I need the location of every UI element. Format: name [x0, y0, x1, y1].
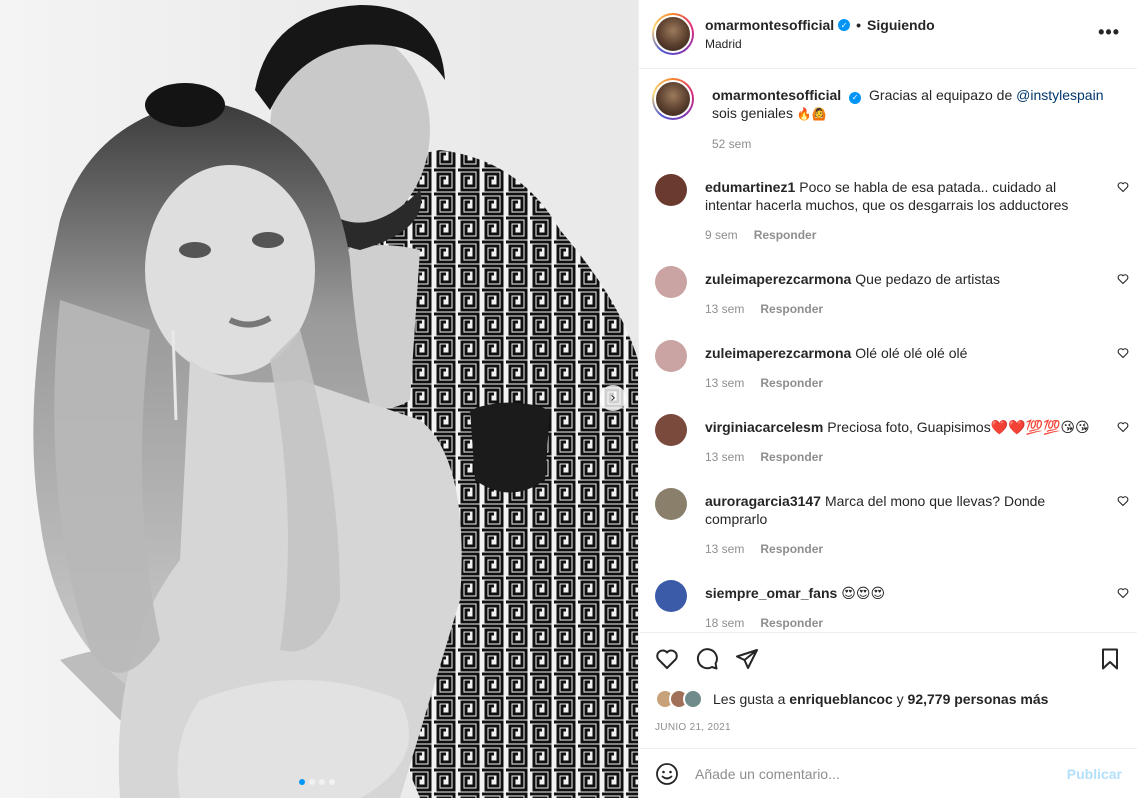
reply-button[interactable]: Responder — [760, 542, 823, 556]
likes-count[interactable]: 92,779 personas más — [908, 691, 1049, 707]
comment-text: 😍😍😍 — [841, 585, 886, 601]
comment-avatar[interactable] — [655, 580, 687, 612]
likes-summary: Les gusta a enriqueblancoc y 92,779 pers… — [655, 689, 1048, 709]
comment-time[interactable]: 13 sem — [705, 542, 744, 556]
comment-item: virginiacarcelesm Preciosa foto, Guapisim… — [655, 414, 1129, 464]
comment-time[interactable]: 9 sem — [705, 228, 738, 242]
comment-text: Preciosa foto, Guapisimos❤️❤️💯💯😘😘 — [827, 419, 1090, 435]
comment-time[interactable]: 13 sem — [705, 302, 744, 316]
next-arrow-icon[interactable]: › — [600, 385, 626, 411]
liker-avatars — [655, 689, 703, 709]
carousel-dot — [329, 779, 335, 785]
comment-username[interactable]: auroragarcia3147 — [705, 493, 821, 509]
post-actions: Les gusta a enriqueblancoc y 92,779 pers… — [639, 632, 1137, 747]
comment-text: Que pedazo de artistas — [855, 271, 1001, 287]
add-comment-bar: Publicar — [639, 748, 1137, 798]
comment-item: zuleimaperezcarmona Que pedazo de artista… — [655, 266, 1129, 316]
comment-time[interactable]: 18 sem — [705, 616, 744, 630]
photo-illustration — [33, 5, 638, 798]
author-username[interactable]: omarmontesofficial — [705, 17, 834, 33]
following-button[interactable]: Siguiendo — [867, 17, 935, 33]
post-photo[interactable]: › — [0, 0, 638, 798]
caption: omarmontesofficial ✓ Gracias al equipazo … — [652, 78, 1125, 151]
verified-icon: ✓ — [838, 19, 851, 31]
liker-avatar[interactable] — [683, 689, 703, 709]
separator-dot: • — [856, 17, 862, 33]
bookmark-icon[interactable] — [1098, 647, 1122, 671]
post-viewer: › omarmontesofficial ✓ • Siguiendo Madri… — [0, 0, 1137, 798]
comment-item: edumartinez1 Poco se habla de esa patada.… — [655, 174, 1129, 242]
caption-time[interactable]: 52 sem — [712, 137, 751, 151]
caption-avatar[interactable] — [652, 78, 694, 120]
likes-prefix: Les gusta a — [713, 691, 786, 707]
comment-input[interactable] — [695, 765, 1055, 782]
comment-avatar[interactable] — [655, 174, 687, 206]
caption-username[interactable]: omarmontesofficial — [712, 87, 841, 103]
post-location[interactable]: Madrid — [705, 37, 935, 51]
comment-time[interactable]: 13 sem — [705, 450, 744, 464]
verified-icon: ✓ — [849, 92, 862, 104]
liker-username[interactable]: enriqueblancoc — [789, 691, 892, 707]
comment-avatar[interactable] — [655, 266, 687, 298]
more-options-icon[interactable]: ••• — [1098, 22, 1120, 43]
carousel-indicator — [299, 779, 335, 785]
post-date[interactable]: JUNIO 21, 2021 — [655, 722, 731, 733]
comment-username[interactable]: edumartinez1 — [705, 179, 795, 195]
heart-icon[interactable] — [1117, 587, 1129, 599]
author-avatar[interactable] — [652, 13, 694, 55]
comment-text: Olé olé olé olé olé — [855, 345, 968, 361]
comments-list[interactable]: omarmontesofficial ✓ Gracias al equipazo … — [639, 70, 1137, 632]
caption-mention[interactable]: @instylespain — [1016, 87, 1103, 103]
comment-avatar[interactable] — [655, 414, 687, 446]
comment-username[interactable]: virginiacarcelesm — [705, 419, 823, 435]
comment-item: siempre_omar_fans 😍😍😍 18 sem Responder — [655, 580, 1129, 630]
comment-username[interactable]: siempre_omar_fans — [705, 585, 837, 601]
caption-text: Gracias al equipazo de — [869, 87, 1017, 103]
share-icon[interactable] — [735, 647, 759, 671]
comment-icon[interactable] — [695, 647, 719, 671]
caption-emojis: 🔥🙆 — [796, 107, 827, 121]
heart-icon[interactable] — [655, 647, 679, 671]
heart-icon[interactable] — [1117, 495, 1129, 507]
heart-icon[interactable] — [1117, 273, 1129, 285]
emoji-icon[interactable] — [655, 762, 679, 786]
publish-button[interactable]: Publicar — [1067, 766, 1122, 782]
heart-icon[interactable] — [1117, 181, 1129, 193]
likes-middle: y — [896, 691, 904, 707]
carousel-dot — [319, 779, 325, 785]
heart-icon[interactable] — [1117, 421, 1129, 433]
caption-text-end: sois geniales — [712, 105, 797, 121]
comment-item: auroragarcia3147 Marca del mono que lleva… — [655, 488, 1129, 556]
comment-username[interactable]: zuleimaperezcarmona — [705, 345, 851, 361]
comment-avatar[interactable] — [655, 488, 687, 520]
comment-item: zuleimaperezcarmona Olé olé olé olé olé 1… — [655, 340, 1129, 390]
heart-icon[interactable] — [1117, 347, 1129, 359]
comment-time[interactable]: 13 sem — [705, 376, 744, 390]
reply-button[interactable]: Responder — [760, 450, 823, 464]
comment-username[interactable]: zuleimaperezcarmona — [705, 271, 851, 287]
reply-button[interactable]: Responder — [760, 376, 823, 390]
post-sidebar: omarmontesofficial ✓ • Siguiendo Madrid … — [638, 0, 1137, 798]
carousel-dot-active — [299, 779, 305, 785]
comment-avatar[interactable] — [655, 340, 687, 372]
reply-button[interactable]: Responder — [760, 302, 823, 316]
carousel-dot — [309, 779, 315, 785]
reply-button[interactable]: Responder — [760, 616, 823, 630]
reply-button[interactable]: Responder — [754, 228, 817, 242]
post-header: omarmontesofficial ✓ • Siguiendo Madrid … — [639, 0, 1137, 69]
